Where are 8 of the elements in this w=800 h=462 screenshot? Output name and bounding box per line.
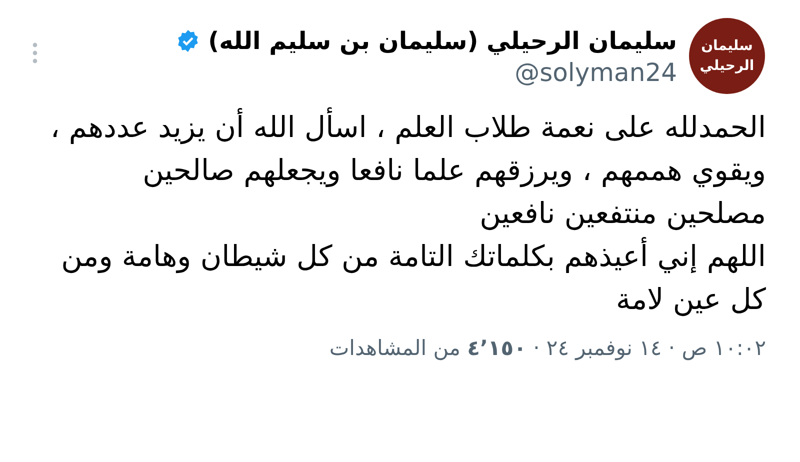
author-name[interactable]: سليمان الرحيلي (سليمان بن سليم الله) [208,26,677,56]
tweet-timestamp: ١٠:٠٢ ص · ١٤ نوفمبر ٢٤ · ٤٬١٥٠ من المشاهدات [329,336,766,360]
more-options-icon[interactable] [31,42,39,64]
tweet-text: اللهم إني أعيذهم بكلماتك التامة من كل شيطان وهامة ومن كل عين لامة [60,236,766,318]
avatar[interactable]: سليمان الرحيلي [689,18,765,94]
author-handle[interactable]: @solyman24 [176,56,677,90]
avatar-logo-text: سليمان الرحيلي [698,37,756,76]
tweet-text: الحمدلله على نعمة طلاب العلم ، اسأل الله أن يزيد عددهم ، ويقوي هممهم ، ويرزقهم علما نافعا ويجعلهم صالحين مصلحين منتفعين نافعين [44,106,766,235]
